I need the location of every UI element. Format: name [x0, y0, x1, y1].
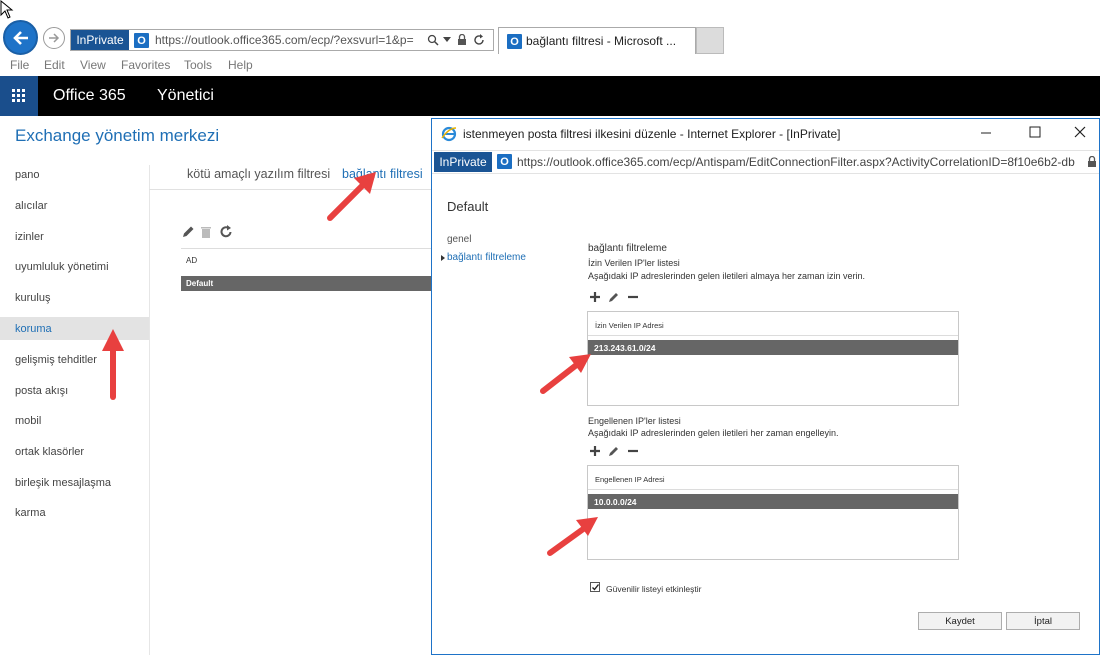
inprivate-badge: InPrivate: [434, 152, 492, 172]
table-row[interactable]: 10.0.0.0/24: [588, 494, 958, 509]
arrow-left-icon: [12, 30, 28, 45]
nav-item-koruma[interactable]: koruma: [15, 323, 52, 335]
window-titlebar: istenmeyen posta filtresi ilkesini düzen…: [432, 119, 1099, 149]
cancel-button[interactable]: İptal: [1006, 612, 1080, 630]
window-title: istenmeyen posta filtresi ilkesini düzen…: [463, 127, 841, 141]
chevron-down-icon[interactable]: [443, 37, 451, 43]
maximize-button[interactable]: [1029, 125, 1041, 142]
menu-bar: File Edit View Favorites Tools Help: [0, 56, 1100, 76]
nav-item-uyumluluk[interactable]: uyumluluk yönetimi: [15, 261, 109, 273]
nav-item-karma[interactable]: karma: [15, 507, 46, 519]
outlook-favicon-icon: O: [507, 34, 522, 49]
nav-item-birlesik-mesajlasma[interactable]: birleşik mesajlaşma: [15, 477, 111, 489]
back-button[interactable]: [3, 20, 38, 55]
office365-brand[interactable]: Office 365: [53, 87, 126, 105]
table-row[interactable]: Default: [181, 276, 433, 291]
address-url[interactable]: https://outlook.office365.com/ecp/?exsvu…: [155, 33, 425, 47]
menu-edit[interactable]: Edit: [44, 58, 65, 72]
section-title: bağlantı filtreleme: [588, 243, 667, 254]
mouse-cursor-icon: [0, 0, 14, 19]
blocked-ip-table: Engellenen IP Adresi 10.0.0.0/24: [587, 465, 959, 560]
table-header[interactable]: Engellenen IP Adresi: [588, 466, 958, 490]
checkmark-icon: [592, 584, 600, 591]
nav-item-ortak-klasorler[interactable]: ortak klasörler: [15, 446, 84, 458]
nav-item-kurulus[interactable]: kuruluş: [15, 292, 50, 304]
table-header[interactable]: AD: [181, 248, 433, 270]
tab-title: bağlantı filtresi - Microsoft ...: [526, 34, 677, 48]
internet-explorer-icon: [441, 126, 457, 142]
safe-list-checkbox[interactable]: [590, 582, 600, 592]
edit-icon[interactable]: [608, 291, 620, 303]
menu-tools[interactable]: Tools: [184, 58, 212, 72]
nav-item-posta-akisi[interactable]: posta akışı: [15, 385, 68, 397]
delete-icon[interactable]: [200, 225, 212, 239]
menu-file[interactable]: File: [10, 58, 29, 72]
inprivate-badge: InPrivate: [71, 30, 129, 50]
annotation-arrow-icon: [547, 517, 598, 556]
menu-view[interactable]: View: [80, 58, 106, 72]
browser-tab-active[interactable]: O bağlantı filtresi - Microsoft ...: [498, 27, 696, 54]
edit-icon[interactable]: [608, 445, 620, 457]
annotation-arrow-icon: [102, 329, 124, 400]
close-icon: [1074, 126, 1086, 138]
nav-item-gelismis-tehditler[interactable]: gelişmiş tehditler: [15, 354, 97, 366]
add-icon[interactable]: [589, 445, 601, 457]
admin-section-label[interactable]: Yönetici: [157, 87, 214, 105]
popup-url[interactable]: https://outlook.office365.com/ecp/Antisp…: [517, 155, 1084, 169]
divider: [149, 189, 433, 190]
lock-icon[interactable]: [1087, 156, 1097, 168]
nav-item-mobil[interactable]: mobil: [15, 415, 41, 427]
search-icon[interactable]: [427, 34, 439, 46]
blocked-list-description: Aşağıdaki IP adreslerinden gelen iletile…: [588, 428, 839, 438]
page-title: Exchange yönetim merkezi: [15, 126, 220, 145]
policy-heading: Default: [447, 199, 489, 214]
forward-button[interactable]: [43, 27, 65, 49]
safe-list-label[interactable]: Güvenilir listeyi etkinleştir: [606, 584, 701, 594]
minimize-button[interactable]: [980, 125, 992, 142]
refresh-icon[interactable]: [219, 225, 233, 239]
caret-right-icon: [441, 255, 445, 261]
outlook-favicon-icon: O: [134, 33, 149, 48]
menu-help[interactable]: Help: [228, 58, 253, 72]
menu-favorites[interactable]: Favorites: [121, 58, 170, 72]
table-row[interactable]: 213.243.61.0/24: [588, 340, 958, 355]
minimize-icon: [981, 132, 991, 134]
table-header[interactable]: İzin Verilen IP Adresi: [588, 312, 958, 336]
edit-policy-window: istenmeyen posta filtresi ilkesini düzen…: [431, 118, 1100, 655]
close-button[interactable]: [1074, 125, 1086, 142]
allowed-list-title: İzin Verilen IP'ler listesi: [588, 258, 680, 268]
popup-address-bar[interactable]: InPrivate O https://outlook.office365.co…: [432, 150, 1099, 174]
blocked-list-title: Engellenen IP'ler listesi: [588, 416, 681, 426]
app-launcher-button[interactable]: [0, 76, 38, 116]
divider: [149, 165, 150, 655]
maximize-icon: [1029, 126, 1041, 138]
waffle-icon: [12, 89, 25, 102]
remove-icon[interactable]: [627, 445, 639, 457]
outlook-favicon-icon: O: [497, 154, 512, 169]
save-button[interactable]: Kaydet: [918, 612, 1002, 630]
address-bar[interactable]: InPrivate O https://outlook.office365.co…: [70, 29, 494, 51]
allowed-ip-table: İzin Verilen IP Adresi 213.243.61.0/24: [587, 311, 959, 406]
arrow-right-icon: [49, 33, 60, 43]
office365-header: Office 365 Yönetici: [0, 76, 1100, 116]
side-nav-genel[interactable]: genel: [447, 234, 471, 245]
side-nav-baglanti-filtreleme[interactable]: bağlantı filtreleme: [447, 252, 526, 263]
new-tab-button[interactable]: [696, 27, 724, 54]
nav-item-izinler[interactable]: izinler: [15, 231, 44, 243]
allowed-list-description: Aşağıdaki IP adreslerinden gelen iletile…: [588, 271, 865, 281]
refresh-icon[interactable]: [473, 34, 485, 46]
lock-icon[interactable]: [457, 34, 467, 46]
browser-chrome: InPrivate O https://outlook.office365.co…: [0, 0, 1100, 56]
tab-malware-filter[interactable]: kötü amaçlı yazılım filtresi: [187, 167, 330, 181]
annotation-arrow-icon: [540, 354, 591, 394]
remove-icon[interactable]: [627, 291, 639, 303]
edit-icon[interactable]: [181, 225, 195, 239]
nav-item-pano[interactable]: pano: [15, 169, 39, 181]
nav-item-alicilar[interactable]: alıcılar: [15, 200, 47, 212]
add-icon[interactable]: [589, 291, 601, 303]
annotation-arrow-icon: [327, 172, 376, 221]
